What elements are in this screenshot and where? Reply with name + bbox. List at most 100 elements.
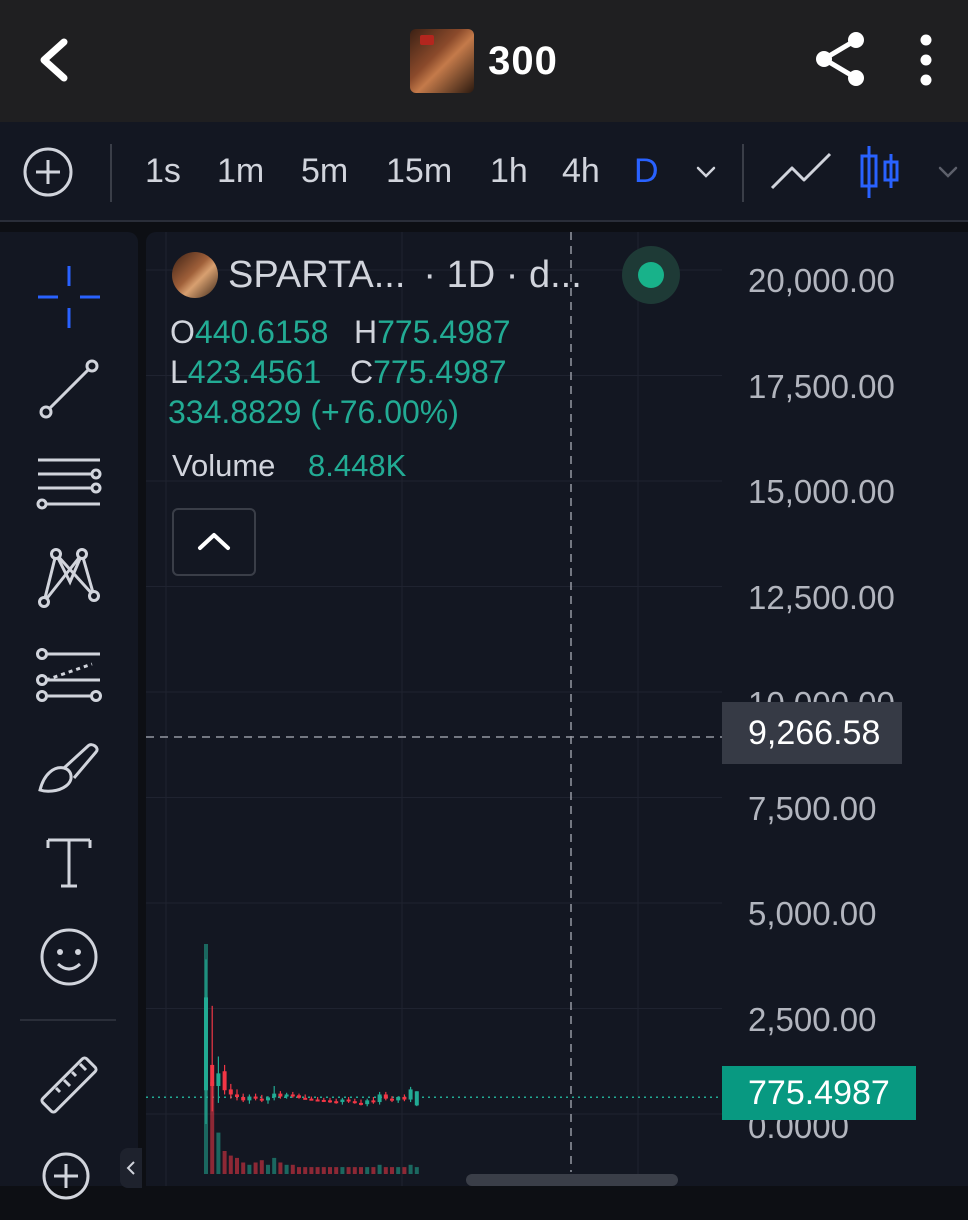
price-scale-label: 20,000.00 bbox=[748, 262, 895, 299]
volume-bar bbox=[390, 1167, 394, 1174]
tab-1s[interactable]: 1s bbox=[145, 152, 181, 191]
tab-15m[interactable]: 15m bbox=[386, 152, 452, 191]
collapse-legend-button[interactable] bbox=[172, 508, 256, 576]
volume-bar bbox=[321, 1167, 326, 1174]
candle-body bbox=[235, 1094, 239, 1097]
plus-circle-icon[interactable] bbox=[22, 146, 74, 198]
candle-body bbox=[328, 1100, 332, 1103]
tab-1h[interactable]: 1h bbox=[490, 152, 528, 191]
crosshair-price-label: 9,266.58 bbox=[722, 702, 902, 764]
ohlc-open: O440.6158 bbox=[170, 314, 329, 350]
text-icon[interactable] bbox=[34, 828, 104, 898]
volume-value: 8.448K bbox=[308, 448, 407, 483]
candle-body bbox=[241, 1096, 246, 1101]
collapse-toolbar-handle[interactable] bbox=[120, 1148, 142, 1188]
candle-body bbox=[247, 1096, 252, 1101]
volume-bar bbox=[334, 1167, 339, 1174]
candle-body bbox=[315, 1099, 320, 1102]
candle-body bbox=[259, 1098, 264, 1101]
volume-bar bbox=[396, 1167, 401, 1174]
share-icon[interactable] bbox=[812, 30, 870, 88]
volume-label: Volume bbox=[172, 448, 276, 483]
volume-bar bbox=[247, 1164, 252, 1174]
line-chart-icon[interactable] bbox=[770, 146, 832, 196]
volume-bar bbox=[235, 1157, 239, 1174]
volume-bar bbox=[377, 1164, 382, 1174]
volume-bar bbox=[290, 1164, 295, 1174]
candle-body bbox=[272, 1093, 277, 1098]
volume-bar bbox=[315, 1167, 320, 1174]
ohlc-high: H775.4987 bbox=[354, 314, 511, 350]
candlestick-icon[interactable] bbox=[858, 144, 902, 200]
toolbar-divider bbox=[20, 1019, 116, 1021]
volume-bar bbox=[272, 1157, 277, 1174]
candle-body bbox=[396, 1096, 401, 1101]
trend-line-icon[interactable] bbox=[34, 354, 104, 424]
brush-icon[interactable] bbox=[34, 734, 104, 804]
candle-body bbox=[340, 1099, 345, 1103]
market-status-indicator[interactable] bbox=[622, 246, 680, 304]
price-scale-label: 15,000.00 bbox=[748, 473, 895, 510]
price-scale-label: 12,500.00 bbox=[748, 579, 895, 616]
candle-body bbox=[408, 1089, 413, 1100]
price-scale-label: 2,500.00 bbox=[748, 1001, 877, 1038]
tab-1m[interactable]: 1m bbox=[217, 152, 264, 191]
candle-body bbox=[216, 1073, 221, 1087]
symbol-meta: · 1D · d... bbox=[423, 253, 582, 296]
fib-levels-icon[interactable] bbox=[34, 450, 104, 520]
ohlc-low: L423.4561 bbox=[170, 354, 322, 390]
candle-body bbox=[371, 1100, 376, 1103]
volume-bar bbox=[259, 1160, 264, 1174]
chevron-left-icon bbox=[126, 1161, 135, 1175]
candle-body bbox=[352, 1101, 357, 1104]
volume-bar bbox=[383, 1167, 388, 1174]
divider bbox=[110, 144, 112, 202]
tab-5m[interactable]: 5m bbox=[301, 152, 348, 191]
time-scrollbar[interactable] bbox=[466, 1174, 678, 1186]
candle-body bbox=[266, 1097, 270, 1101]
pattern-icon[interactable] bbox=[34, 544, 104, 614]
emoji-icon[interactable] bbox=[34, 922, 104, 992]
candle-body bbox=[383, 1094, 388, 1099]
volume-bar bbox=[340, 1167, 345, 1174]
volume-bar bbox=[359, 1167, 363, 1174]
volume-bar bbox=[228, 1155, 233, 1174]
last-price-label: 775.4987 bbox=[722, 1066, 916, 1120]
volume-bar bbox=[303, 1167, 308, 1174]
divider bbox=[742, 144, 744, 202]
volume-bar bbox=[328, 1167, 332, 1174]
candle-body bbox=[414, 1091, 419, 1106]
candle-body bbox=[284, 1094, 289, 1097]
volume-bar bbox=[284, 1164, 289, 1174]
price-scale-label: 17,500.00 bbox=[748, 368, 895, 405]
candle-body bbox=[390, 1098, 394, 1101]
volume-bar bbox=[408, 1164, 413, 1174]
symbol-avatar bbox=[172, 252, 218, 298]
volume-bar bbox=[365, 1167, 370, 1174]
chevron-down-icon[interactable] bbox=[694, 160, 718, 184]
volume-bar bbox=[371, 1167, 376, 1174]
ruler-icon[interactable] bbox=[34, 1050, 104, 1120]
crosshair-icon[interactable] bbox=[34, 262, 104, 332]
tab-d[interactable]: D bbox=[634, 152, 659, 191]
candle-body bbox=[228, 1089, 233, 1095]
volume-bar bbox=[309, 1167, 314, 1174]
volume-bar bbox=[210, 1082, 215, 1174]
candle-body bbox=[278, 1093, 283, 1097]
volume-bar bbox=[414, 1167, 419, 1174]
symbol-name[interactable]: SPARTA... bbox=[228, 254, 405, 297]
zoom-in-icon[interactable] bbox=[34, 1150, 104, 1220]
volume-bar bbox=[216, 1132, 221, 1174]
volume-bar bbox=[204, 944, 208, 1174]
volume-bar bbox=[241, 1162, 246, 1174]
candle-body bbox=[290, 1094, 295, 1097]
live-dot bbox=[638, 262, 664, 288]
chevron-down-icon[interactable] bbox=[936, 160, 960, 184]
candle-body bbox=[309, 1098, 314, 1101]
candle-body bbox=[253, 1096, 258, 1099]
candle-body bbox=[346, 1099, 351, 1102]
tab-4h[interactable]: 4h bbox=[562, 152, 600, 191]
more-vertical-icon[interactable] bbox=[906, 32, 946, 88]
chevron-left-icon[interactable] bbox=[28, 30, 88, 90]
projection-icon[interactable] bbox=[34, 640, 104, 710]
